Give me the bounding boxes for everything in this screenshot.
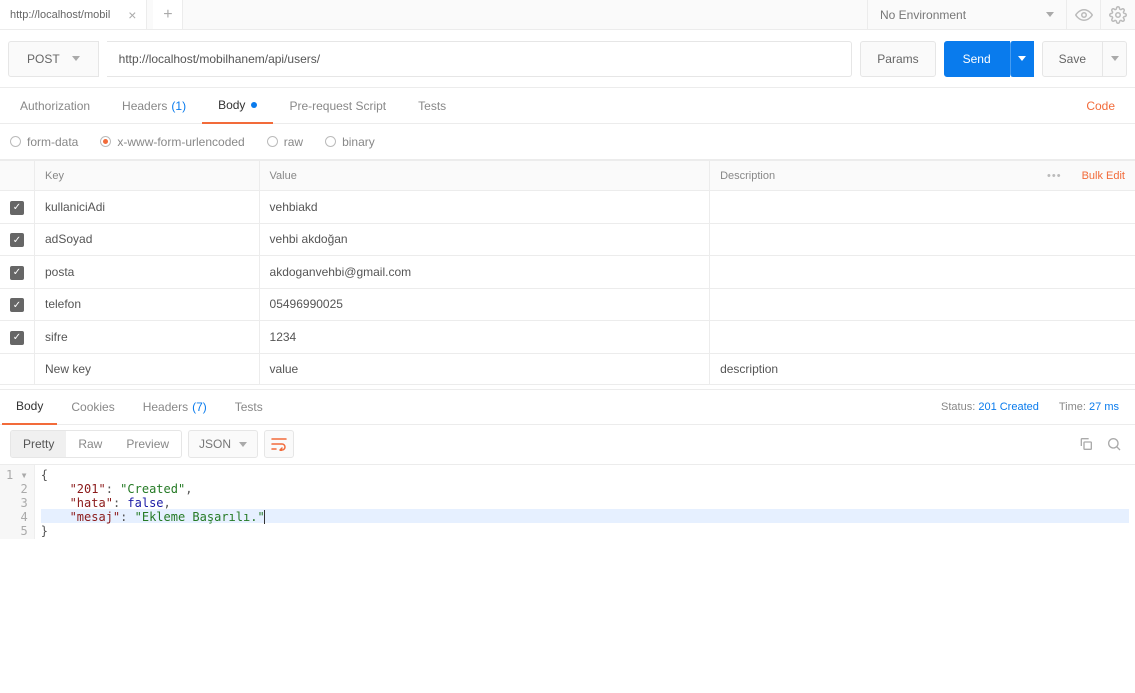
status-value: 201 Created [978, 401, 1039, 413]
top-tab-bar: http://localhost/mobil × + No Environmen… [0, 0, 1135, 30]
body-type-binary[interactable]: binary [325, 135, 375, 149]
body-type-urlencoded[interactable]: x-www-form-urlencoded [100, 135, 244, 149]
param-value[interactable]: vehbi akdoğan [259, 223, 710, 256]
save-dropdown[interactable] [1103, 41, 1127, 77]
radio-icon [100, 136, 111, 147]
resp-tab-headers[interactable]: Headers (7) [129, 389, 221, 425]
col-description: Description ••• Bulk Edit [710, 161, 1135, 191]
table-row-new[interactable]: New keyvaluedescription [0, 353, 1135, 384]
table-row[interactable]: ✓ telefon05496990025 [0, 288, 1135, 321]
view-pretty[interactable]: Pretty [11, 431, 66, 457]
request-bar: POST Params Send Save [0, 30, 1135, 88]
request-tabs: Authorization Headers (1) Body Pre-reque… [0, 88, 1135, 124]
checkbox-icon[interactable]: ✓ [10, 298, 24, 312]
search-icon[interactable] [1103, 433, 1125, 455]
send-button[interactable]: Send [944, 41, 1010, 77]
param-key[interactable]: kullaniciAdi [35, 191, 260, 224]
code-link[interactable]: Code [1086, 99, 1131, 113]
param-value[interactable]: akdoganvehbi@gmail.com [259, 256, 710, 289]
tab-prerequest[interactable]: Pre-request Script [273, 88, 402, 124]
request-tab[interactable]: http://localhost/mobil × [0, 0, 147, 29]
tab-authorization[interactable]: Authorization [4, 88, 106, 124]
chevron-down-icon [1018, 56, 1026, 61]
tab-body[interactable]: Body [202, 88, 273, 124]
table-row[interactable]: ✓ adSoyadvehbi akdoğan [0, 223, 1135, 256]
view-raw[interactable]: Raw [66, 431, 114, 457]
param-value[interactable]: vehbiakd [259, 191, 710, 224]
chevron-down-icon [1046, 12, 1054, 17]
wrap-button[interactable] [264, 430, 294, 458]
param-key[interactable]: sifre [35, 321, 260, 354]
param-description[interactable] [710, 191, 1135, 224]
param-key-placeholder[interactable]: New key [35, 353, 260, 384]
param-key[interactable]: telefon [35, 288, 260, 321]
bulk-edit-link[interactable]: Bulk Edit [1082, 170, 1125, 182]
checkbox-icon[interactable]: ✓ [10, 201, 24, 215]
param-value[interactable]: 05496990025 [259, 288, 710, 321]
radio-icon [10, 136, 21, 147]
radio-icon [325, 136, 336, 147]
request-tab-title: http://localhost/mobil [10, 9, 110, 21]
param-key[interactable]: posta [35, 256, 260, 289]
param-key[interactable]: adSoyad [35, 223, 260, 256]
environment-label: No Environment [880, 8, 966, 22]
checkbox-icon[interactable]: ✓ [10, 233, 24, 247]
chevron-down-icon [72, 56, 80, 61]
checkbox-icon[interactable]: ✓ [10, 331, 24, 345]
body-type-row: form-data x-www-form-urlencoded raw bina… [0, 124, 1135, 160]
line-gutter: 1 ▾2345 [0, 465, 35, 539]
response-toolbar: Pretty Raw Preview JSON [0, 425, 1135, 465]
chevron-down-icon [1111, 56, 1119, 61]
tab-tests[interactable]: Tests [402, 88, 462, 124]
params-button[interactable]: Params [860, 41, 935, 77]
headers-count: (1) [171, 99, 186, 113]
param-description[interactable] [710, 256, 1135, 289]
more-icon[interactable]: ••• [1047, 170, 1072, 182]
environment-select[interactable]: No Environment [867, 0, 1067, 29]
json-content: { "201": "Created", "hata": false, "mesa… [35, 465, 1135, 539]
resp-tab-body[interactable]: Body [2, 389, 57, 425]
environment-preview-icon[interactable] [1067, 0, 1101, 29]
send-dropdown[interactable] [1010, 41, 1034, 77]
view-mode-segment: Pretty Raw Preview [10, 430, 182, 458]
method-label: POST [27, 52, 60, 66]
unsaved-dot-icon [251, 102, 257, 108]
response-body[interactable]: 1 ▾2345 { "201": "Created", "hata": fals… [0, 465, 1135, 539]
copy-icon[interactable] [1075, 433, 1097, 455]
tab-headers[interactable]: Headers (1) [106, 88, 202, 124]
close-icon[interactable]: × [128, 7, 136, 23]
url-input[interactable] [107, 41, 853, 77]
resp-headers-count: (7) [192, 400, 207, 414]
method-select[interactable]: POST [8, 41, 99, 77]
new-tab-button[interactable]: + [153, 0, 183, 29]
chevron-down-icon [239, 442, 247, 447]
param-description-placeholder[interactable]: description [710, 353, 1135, 384]
time-value: 27 ms [1089, 401, 1119, 413]
radio-icon [267, 136, 278, 147]
param-description[interactable] [710, 321, 1135, 354]
col-value: Value [259, 161, 710, 191]
table-row[interactable]: ✓ kullaniciAdivehbiakd [0, 191, 1135, 224]
response-status: Status: 201 Created Time: 27 ms [941, 401, 1133, 413]
settings-icon[interactable] [1101, 0, 1135, 29]
body-type-formdata[interactable]: form-data [10, 135, 78, 149]
checkbox-icon[interactable]: ✓ [10, 266, 24, 280]
resp-tab-cookies[interactable]: Cookies [57, 389, 128, 425]
save-button[interactable]: Save [1042, 41, 1103, 77]
param-description[interactable] [710, 288, 1135, 321]
table-row[interactable]: ✓ postaakdoganvehbi@gmail.com [0, 256, 1135, 289]
body-type-raw[interactable]: raw [267, 135, 303, 149]
table-row[interactable]: ✓ sifre1234 [0, 321, 1135, 354]
format-select[interactable]: JSON [188, 430, 258, 458]
param-value[interactable]: 1234 [259, 321, 710, 354]
view-preview[interactable]: Preview [114, 431, 181, 457]
body-params-table: Key Value Description ••• Bulk Edit ✓ kul… [0, 160, 1135, 385]
response-tabs: Body Cookies Headers (7) Tests Status: 2… [0, 389, 1135, 425]
param-description[interactable] [710, 223, 1135, 256]
resp-tab-tests[interactable]: Tests [221, 389, 277, 425]
col-key: Key [35, 161, 260, 191]
param-value-placeholder[interactable]: value [259, 353, 710, 384]
